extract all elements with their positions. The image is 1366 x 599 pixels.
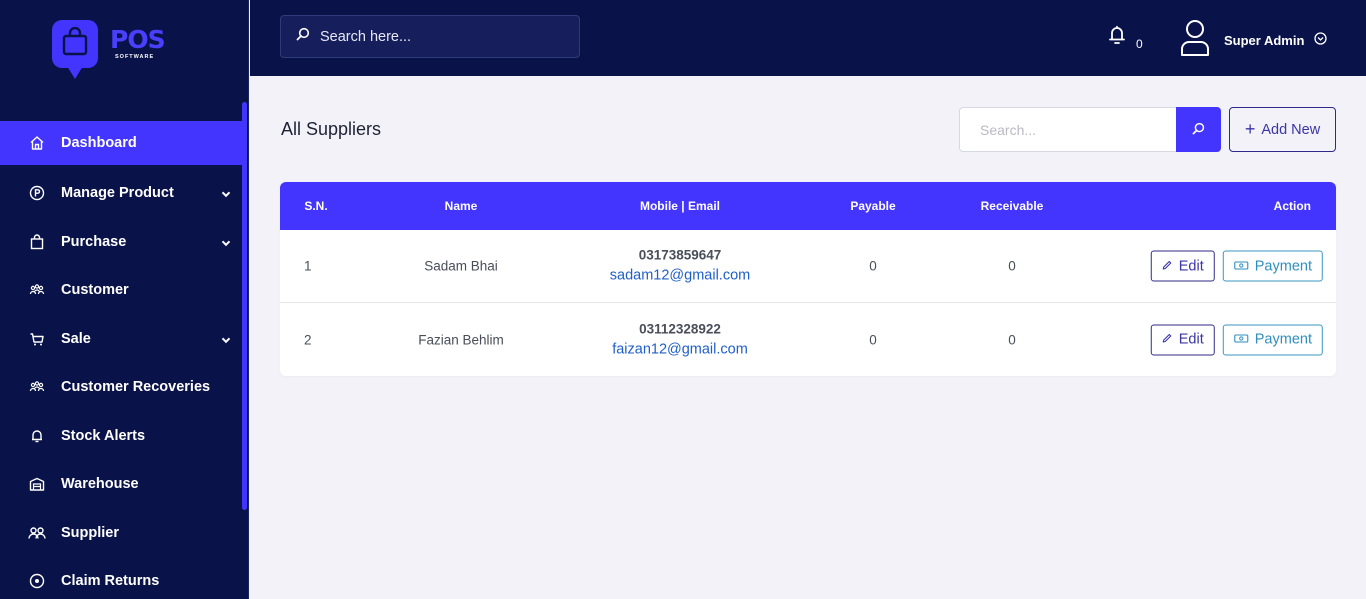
- sidebar-scrollbar[interactable]: [242, 102, 247, 510]
- edit-button[interactable]: Edit: [1151, 324, 1215, 355]
- column-header-mobile-email: Mobile | Email: [640, 199, 720, 213]
- cell-actions: Edit Payment: [1151, 324, 1323, 355]
- sidebar-nav: Dashboard Manage Product Purchase Cus: [0, 121, 244, 599]
- column-header-sn: S.N.: [304, 199, 327, 213]
- user-avatar-icon: [1178, 18, 1212, 63]
- shopping-bag-icon: [28, 233, 46, 251]
- global-search[interactable]: [280, 15, 580, 58]
- payment-button[interactable]: Payment: [1223, 324, 1323, 355]
- brand-logo[interactable]: POS SOFTWARE: [52, 20, 182, 82]
- notifications-count: 0: [1136, 37, 1143, 51]
- payment-label: Payment: [1255, 258, 1312, 274]
- sidebar-item-label: Customer: [61, 282, 129, 298]
- supplier-mobile: 03173859647: [610, 246, 750, 266]
- sidebar-item-label: Stock Alerts: [61, 428, 145, 444]
- cell-receivable: 0: [1008, 259, 1016, 274]
- supplier-search: [959, 107, 1221, 152]
- cell-name: Fazian Behlim: [418, 332, 504, 347]
- supplier-mobile: 03112328922: [612, 319, 748, 339]
- top-header: 0 Super Admin: [250, 0, 1366, 76]
- users-icon: [28, 524, 46, 542]
- add-new-label: Add New: [1261, 122, 1320, 138]
- sidebar-item-label: Sale: [61, 331, 91, 347]
- cell-sn: 2: [304, 332, 312, 347]
- bell-icon: [28, 427, 46, 445]
- edit-label: Edit: [1179, 332, 1204, 348]
- search-icon: [296, 27, 310, 46]
- plus-icon: +: [1245, 119, 1256, 140]
- sidebar-item-dashboard[interactable]: Dashboard: [0, 121, 244, 165]
- table-header: S.N. Name Mobile | Email Payable Receiva…: [280, 182, 1336, 230]
- column-header-name: Name: [445, 199, 478, 213]
- sidebar-item-label: Dashboard: [61, 135, 137, 151]
- payment-label: Payment: [1255, 332, 1312, 348]
- home-icon: [28, 134, 46, 152]
- money-icon: [1234, 332, 1249, 348]
- pencil-icon: [1162, 258, 1173, 274]
- brand-subtitle: SOFTWARE: [115, 54, 154, 60]
- sidebar-item-label: Claim Returns: [61, 573, 159, 589]
- chevron-down-icon: [221, 235, 231, 251]
- sidebar-item-purchase[interactable]: Purchase: [0, 218, 244, 267]
- page-title: All Suppliers: [281, 119, 381, 140]
- sidebar: POS SOFTWARE Dashboard Manage Product Pu…: [0, 0, 249, 599]
- table-row: 2 Fazian Behlim 03112328922 faizan12@gma…: [280, 303, 1336, 376]
- cell-name: Sadam Bhai: [424, 259, 498, 274]
- sidebar-item-label: Customer Recoveries: [61, 379, 210, 395]
- sidebar-item-label: Supplier: [61, 525, 119, 541]
- warehouse-icon: [28, 475, 46, 493]
- sidebar-item-supplier[interactable]: Supplier: [0, 509, 244, 558]
- sidebar-item-stock-alerts[interactable]: Stock Alerts: [0, 412, 244, 461]
- column-header-receivable: Receivable: [981, 199, 1044, 213]
- users-group-icon: [28, 281, 46, 299]
- brand-name: POS: [110, 27, 165, 53]
- supplier-email[interactable]: faizan12@gmail.com: [612, 339, 748, 360]
- sidebar-item-sale[interactable]: Sale: [0, 315, 244, 364]
- chevron-down-icon: [221, 332, 231, 348]
- sidebar-item-warehouse[interactable]: Warehouse: [0, 460, 244, 509]
- sidebar-item-label: Manage Product: [61, 185, 174, 201]
- cell-payable: 0: [869, 259, 877, 274]
- add-new-button[interactable]: + Add New: [1229, 107, 1336, 152]
- sidebar-item-claim-returns[interactable]: Claim Returns: [0, 557, 244, 599]
- column-header-action: Action: [1274, 199, 1311, 213]
- product-icon: [28, 184, 46, 202]
- cell-sn: 1: [304, 259, 312, 274]
- shopping-bag-logo-icon: [52, 20, 98, 68]
- cell-payable: 0: [869, 332, 877, 347]
- users-group-icon: [28, 378, 46, 396]
- target-icon: [28, 572, 46, 590]
- sidebar-item-customer-recoveries[interactable]: Customer Recoveries: [0, 363, 244, 412]
- sidebar-item-label: Warehouse: [61, 476, 139, 492]
- sidebar-item-label: Purchase: [61, 234, 126, 250]
- payment-button[interactable]: Payment: [1223, 251, 1323, 282]
- user-menu[interactable]: Super Admin: [1178, 18, 1327, 63]
- chevron-down-circle-icon: [1314, 32, 1327, 50]
- supplier-email[interactable]: sadam12@gmail.com: [610, 266, 750, 287]
- supplier-search-input[interactable]: [959, 107, 1176, 152]
- table-row: 1 Sadam Bhai 03173859647 sadam12@gmail.c…: [280, 230, 1336, 303]
- chevron-down-icon: [221, 186, 231, 202]
- cell-receivable: 0: [1008, 332, 1016, 347]
- edit-button[interactable]: Edit: [1151, 251, 1215, 282]
- edit-label: Edit: [1179, 258, 1204, 274]
- notifications-button[interactable]: 0: [1107, 24, 1143, 51]
- supplier-search-button[interactable]: [1176, 107, 1221, 152]
- cell-contact: 03112328922 faizan12@gmail.com: [612, 319, 748, 360]
- bell-icon: [1107, 24, 1127, 51]
- global-search-input[interactable]: [320, 29, 560, 45]
- pencil-icon: [1162, 332, 1173, 348]
- sidebar-item-customer[interactable]: Customer: [0, 266, 244, 315]
- search-icon: [1192, 122, 1205, 138]
- cart-icon: [28, 330, 46, 348]
- user-name: Super Admin: [1224, 33, 1304, 48]
- cell-actions: Edit Payment: [1151, 251, 1323, 282]
- cell-contact: 03173859647 sadam12@gmail.com: [610, 246, 750, 287]
- suppliers-table: S.N. Name Mobile | Email Payable Receiva…: [280, 182, 1336, 376]
- sidebar-item-manage-product[interactable]: Manage Product: [0, 169, 244, 218]
- money-icon: [1234, 258, 1249, 274]
- column-header-payable: Payable: [850, 199, 895, 213]
